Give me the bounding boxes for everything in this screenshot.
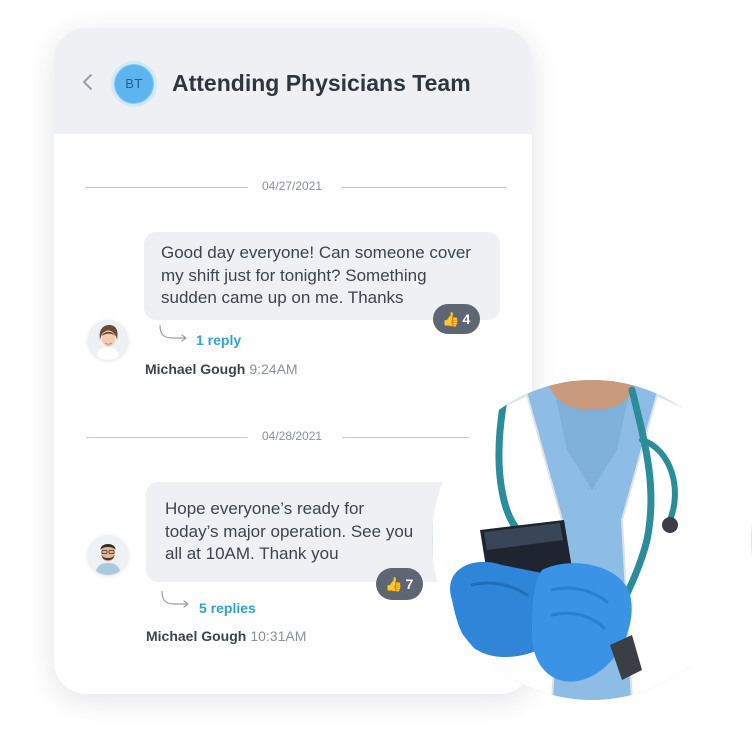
message-bubble[interactable]: Hope everyone’s ready for today’s major …	[146, 482, 456, 582]
reply-arrow-icon	[161, 590, 189, 608]
chat-title: Attending Physicians Team	[172, 70, 471, 96]
author-name[interactable]: Michael Gough	[145, 361, 245, 377]
doctor-illustration	[432, 380, 752, 700]
reaction-count: 4	[462, 311, 471, 327]
author-name[interactable]: Michael Gough	[146, 628, 246, 644]
date-separator: 04/28/2021	[86, 429, 506, 445]
thumbs-up-icon: 👍	[442, 311, 460, 327]
message-meta: Michael Gough 9:24AM	[145, 361, 298, 377]
message-text: today’s major operation. See you	[165, 521, 414, 541]
message-text: sudden came up on me. Thanks	[161, 288, 404, 307]
replies-link[interactable]: 1 reply	[196, 332, 241, 348]
thumbs-up-icon: 👍	[385, 576, 403, 592]
reaction-count: 7	[405, 576, 414, 592]
message-meta: Michael Gough 10:31AM	[146, 628, 306, 644]
message-text: Hope everyone’s ready for	[165, 499, 365, 518]
replies-link[interactable]: 5 replies	[199, 600, 256, 616]
separator-line	[342, 187, 506, 188]
message-time: 10:31AM	[250, 628, 307, 644]
date-separator: 04/27/2021	[86, 179, 506, 195]
avatar-photo	[88, 320, 128, 360]
chat-header: BT Attending Physicians Team	[54, 28, 532, 134]
message-time: 9:24AM	[249, 361, 298, 377]
separator-line	[86, 187, 248, 188]
separator-line	[86, 437, 248, 438]
reaction-badge[interactable]: 👍 4	[433, 304, 481, 334]
doctor-photo	[432, 380, 752, 700]
avatar-photo	[88, 535, 128, 575]
message-text: all at 10AM. Thank you	[165, 544, 339, 563]
avatar[interactable]	[88, 535, 128, 575]
chevron-left-icon[interactable]	[80, 73, 96, 91]
chat-screen: BT Attending Physicians Team 04/27/2021 …	[0, 0, 754, 752]
message-text: Good day everyone! Can someone cover	[161, 243, 471, 262]
message-text: my shift just for tonight? Something	[161, 265, 427, 285]
team-avatar[interactable]: BT	[114, 64, 154, 104]
reply-arrow-icon	[159, 324, 187, 342]
separator-date: 04/27/2021	[262, 179, 323, 193]
separator-date: 04/28/2021	[262, 429, 323, 443]
reaction-badge[interactable]: 👍 7	[376, 568, 424, 600]
avatar[interactable]	[88, 320, 128, 360]
